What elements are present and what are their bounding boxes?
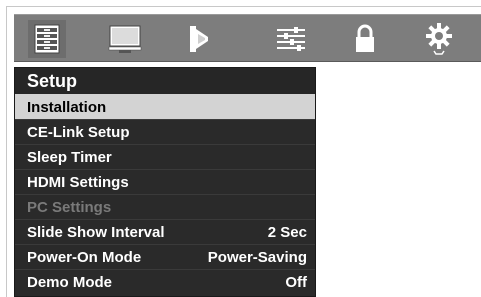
gear-icon[interactable] xyxy=(420,20,458,58)
menu-item-value: 2 Sec xyxy=(267,224,307,241)
top-tab-bar xyxy=(14,14,481,62)
speaker-icon[interactable] xyxy=(181,20,219,58)
setup-menu: Setup Installation CE-Link Setup Sleep T… xyxy=(14,67,316,297)
menu-item-pc-settings: PC Settings xyxy=(15,194,315,219)
menu-item-power-on-mode[interactable]: Power-On Mode Power-Saving xyxy=(15,244,315,269)
picture-list-icon[interactable] xyxy=(28,20,66,58)
menu-item-label: HDMI Settings xyxy=(27,174,129,191)
menu-item-label: Sleep Timer xyxy=(27,149,112,166)
menu-item-value: Off xyxy=(285,274,307,291)
frame-left-rule xyxy=(6,6,7,297)
menu-item-label: PC Settings xyxy=(27,199,112,216)
frame-top-rule xyxy=(6,6,481,7)
menu-item-installation[interactable]: Installation xyxy=(15,94,315,119)
menu-item-label: Power-On Mode xyxy=(27,249,142,266)
menu-title: Setup xyxy=(15,68,315,94)
menu-item-sleep-timer[interactable]: Sleep Timer xyxy=(15,144,315,169)
menu-item-ce-link-setup[interactable]: CE-Link Setup xyxy=(15,119,315,144)
monitor-icon[interactable] xyxy=(106,20,144,58)
lock-icon[interactable] xyxy=(346,20,384,58)
menu-item-label: Demo Mode xyxy=(27,274,113,291)
menu-item-slide-show-interval[interactable]: Slide Show Interval 2 Sec xyxy=(15,219,315,244)
menu-item-value: Power-Saving xyxy=(207,249,307,266)
menu-item-label: CE-Link Setup xyxy=(27,124,130,141)
sliders-icon[interactable] xyxy=(272,20,310,58)
menu-item-label: Slide Show Interval xyxy=(27,224,165,241)
menu-item-demo-mode[interactable]: Demo Mode Off xyxy=(15,269,315,294)
menu-item-hdmi-settings[interactable]: HDMI Settings xyxy=(15,169,315,194)
menu-item-label: Installation xyxy=(27,99,107,116)
